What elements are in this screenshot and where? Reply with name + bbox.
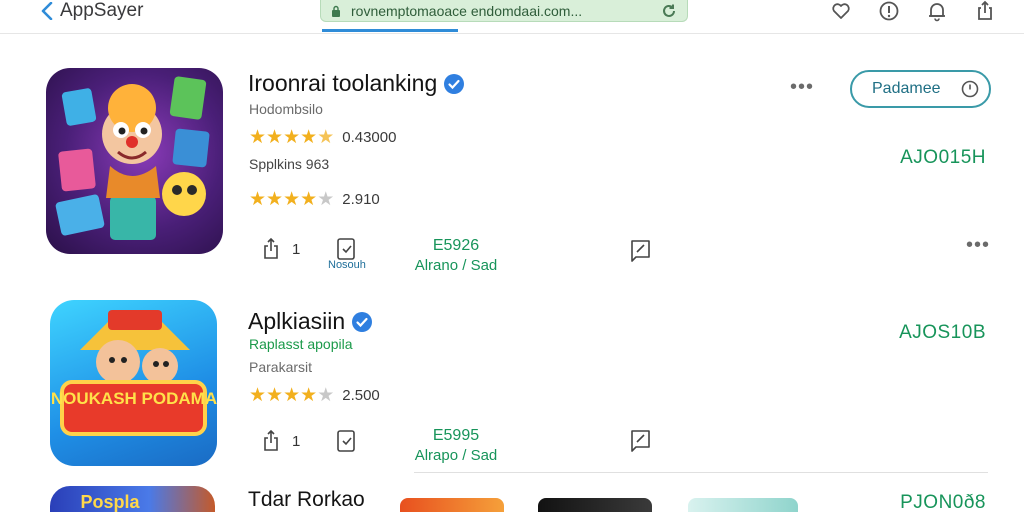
- install-label: Padamee: [872, 80, 941, 97]
- url-bar[interactable]: rovnemptomaoace endomdaai.com...: [320, 0, 688, 22]
- more-options-button[interactable]: •••: [966, 234, 990, 257]
- app-line2-1: Spplkins 963: [249, 156, 330, 172]
- chevron-left-icon: [41, 2, 53, 20]
- share-icon: [264, 237, 278, 259]
- star-icon: ★: [283, 127, 301, 148]
- star-half-icon: ★: [317, 127, 335, 148]
- icon-text: NOUKASH PODAMA: [51, 389, 217, 408]
- price-bottom: Alrapo / Sad: [414, 447, 498, 464]
- save-label: Nosouh: [328, 259, 366, 271]
- share-icon[interactable]: [974, 0, 996, 22]
- star-icon: ★: [300, 385, 318, 406]
- reload-icon[interactable]: [661, 3, 677, 19]
- app-line2-2: Parakarsit: [249, 359, 313, 375]
- screenshot-thumb-3[interactable]: [688, 498, 798, 512]
- row-divider: [414, 472, 988, 473]
- report-button-2[interactable]: [628, 428, 654, 454]
- app-code-3: PJON0ð8: [900, 492, 986, 512]
- app-icon-1[interactable]: [46, 68, 223, 254]
- star-empty-icon: ★: [317, 189, 335, 210]
- star-icon: ★: [283, 385, 301, 406]
- star-icon: ★: [266, 127, 284, 148]
- app-subtitle-2[interactable]: Raplasst apopila: [249, 336, 353, 352]
- info-icon[interactable]: [878, 0, 900, 22]
- browser-top-bar: AppSayer rovnemptomaoace endomdaai.com..…: [0, 0, 1024, 34]
- app-title-text: Aplkiasiin: [248, 308, 346, 334]
- app-subtitle-1: Hodombsilo: [249, 101, 323, 117]
- app-title-text: Iroonrai toolanking: [248, 70, 438, 96]
- star-icon: ★: [249, 189, 267, 210]
- loading-progress: [322, 29, 458, 32]
- verified-badge-icon: [444, 73, 465, 94]
- rating-value: 0.43000: [342, 129, 397, 146]
- rating-row-1b: ★ ★ ★ ★ ★ 2.910: [249, 190, 380, 209]
- app-title-text: Tdar Rorkao: [248, 488, 365, 511]
- install-button[interactable]: Padamee: [850, 70, 991, 108]
- toolbar-icons: [830, 0, 996, 22]
- star-icon: ★: [249, 385, 267, 406]
- bookmark-add-icon: [337, 430, 355, 452]
- url-text[interactable]: rovnemptomaoace endomdaai.com...: [351, 3, 661, 19]
- star-empty-icon: ★: [317, 385, 335, 406]
- flag-icon: [631, 430, 650, 452]
- adventure-game-artwork: NOUKASH PODAMA: [51, 310, 217, 436]
- screenshot-thumb-2[interactable]: [538, 498, 652, 512]
- app-title-1[interactable]: Iroonrai toolanking: [248, 70, 465, 97]
- app-code-1: AJO015H: [900, 147, 986, 168]
- verified-badge-icon: [352, 311, 373, 332]
- star-icon: ★: [300, 127, 318, 148]
- screenshot-thumb-1[interactable]: [400, 498, 504, 512]
- app-title-3[interactable]: Tdar Rorkao: [248, 488, 365, 512]
- rating-row-2: ★ ★ ★ ★ ★ 2.500: [249, 386, 380, 405]
- back-label: AppSayer: [60, 0, 144, 21]
- bell-icon[interactable]: [926, 0, 948, 22]
- report-button-1[interactable]: [628, 238, 654, 264]
- flag-icon: [631, 240, 650, 262]
- rating-value: 2.500: [342, 387, 380, 404]
- price-top: E5995: [432, 427, 480, 444]
- share-count: 1: [292, 432, 301, 450]
- icon-text: Pospla: [80, 492, 140, 512]
- share-icon: [264, 429, 278, 451]
- star-icon: ★: [266, 385, 284, 406]
- share-button-2[interactable]: 1: [260, 428, 300, 454]
- back-button[interactable]: AppSayer: [40, 0, 143, 22]
- price-block-1: E5926 Alrano / Sad: [412, 236, 500, 276]
- star-icon: ★: [300, 189, 318, 210]
- app-icon-3[interactable]: Pospla: [50, 486, 215, 512]
- clock-icon: [961, 80, 979, 98]
- app-title-2[interactable]: Aplkiasiin: [248, 308, 373, 335]
- heart-icon[interactable]: [830, 0, 852, 22]
- star-icon: ★: [283, 189, 301, 210]
- game-artwork: Pospla: [80, 492, 140, 512]
- star-icon: ★: [266, 189, 284, 210]
- price-bottom: Alrano / Sad: [414, 257, 498, 274]
- app-code-2: AJOS10B: [899, 322, 986, 343]
- app-icon-2[interactable]: NOUKASH PODAMA: [50, 300, 217, 466]
- price-top: E5926: [432, 237, 480, 254]
- star-icon: ★: [249, 127, 267, 148]
- cartoon-game-artwork: [55, 76, 210, 240]
- share-count: 1: [292, 240, 301, 258]
- save-button-2[interactable]: [334, 428, 360, 454]
- rating-row-1: ★ ★ ★ ★ ★ 0.43000: [249, 128, 396, 147]
- more-options-button[interactable]: •••: [790, 76, 814, 99]
- price-block-2: E5995 Alrapo / Sad: [412, 426, 500, 466]
- share-button-1[interactable]: 1: [260, 236, 300, 262]
- lock-icon: [332, 5, 340, 17]
- rating-value: 2.910: [342, 191, 380, 208]
